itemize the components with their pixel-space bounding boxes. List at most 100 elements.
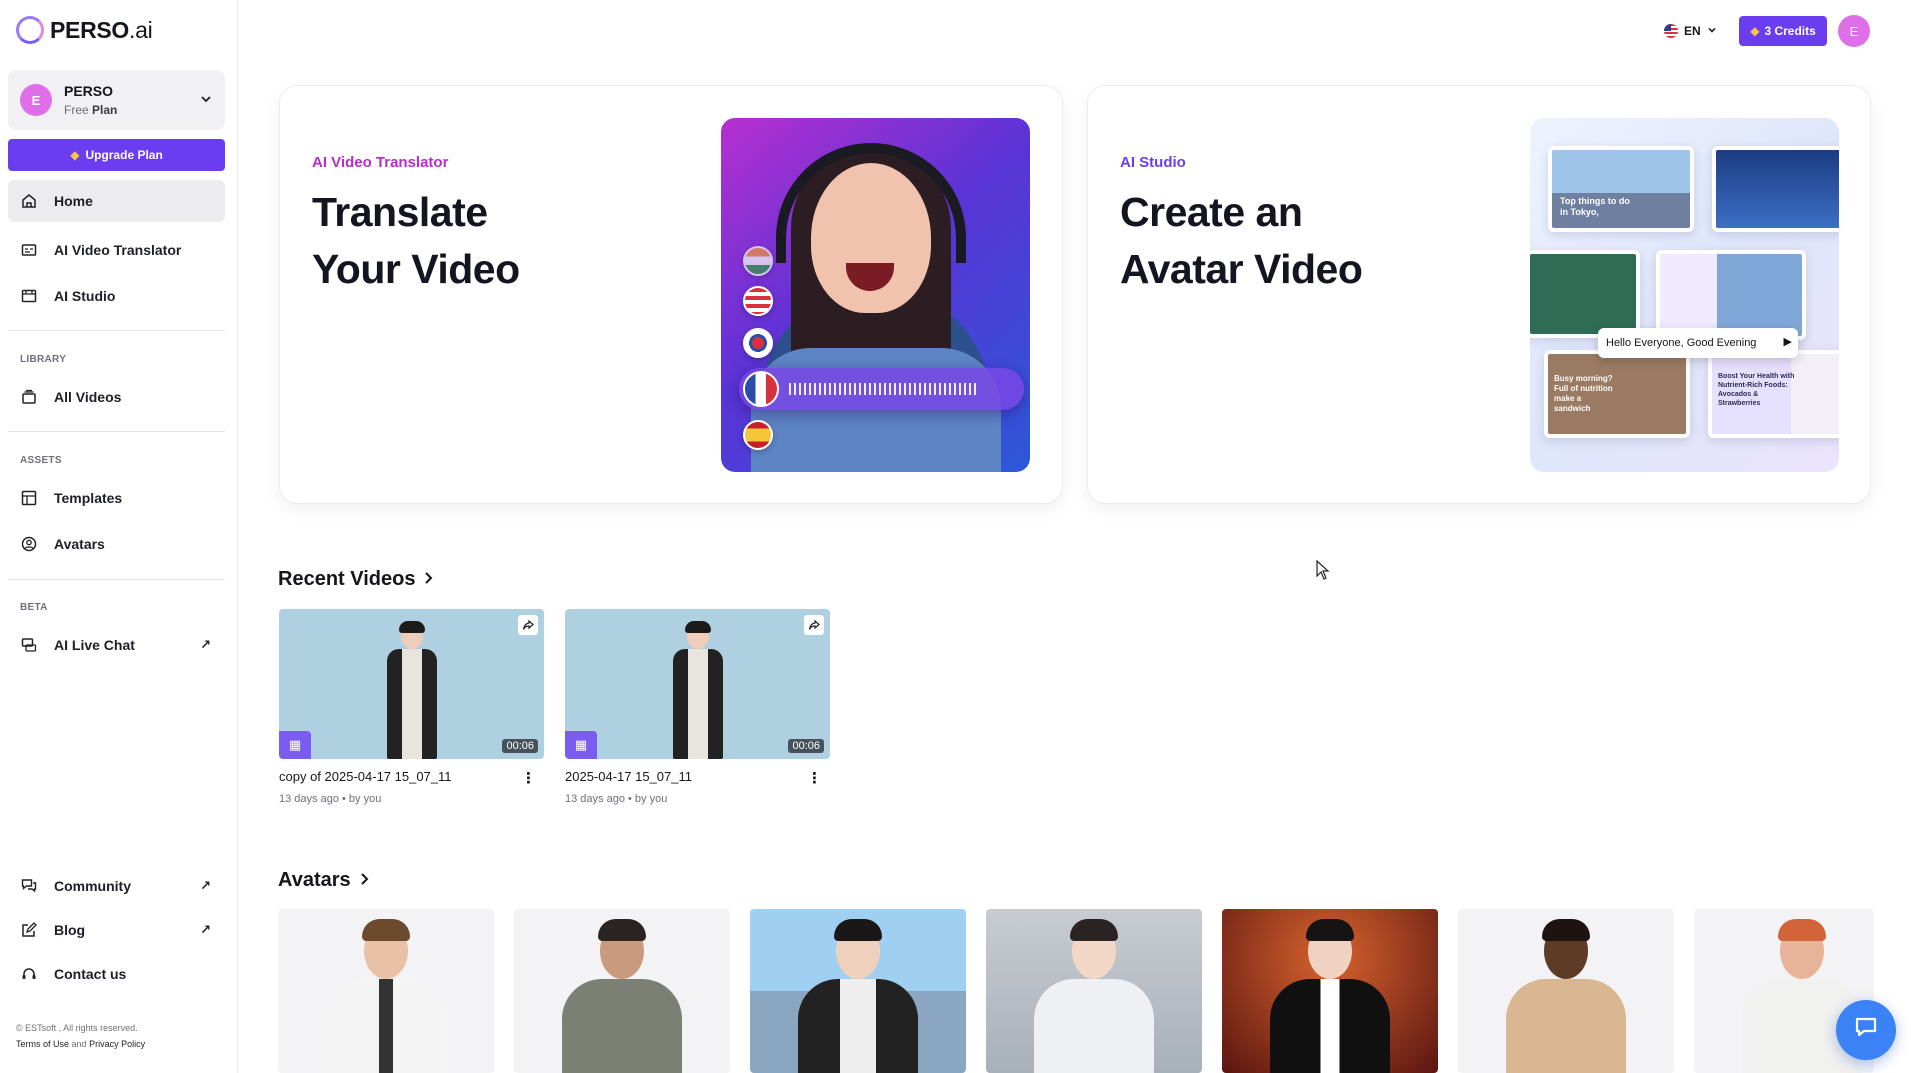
sidebar-item-label: AI Video Translator	[54, 242, 182, 258]
card-eyebrow: AI Video Translator	[312, 154, 449, 171]
sidebar-item-label: AI Studio	[54, 288, 116, 304]
avatar-card[interactable]	[1222, 909, 1438, 1073]
studio-sample-tile	[1712, 146, 1839, 232]
terms-link[interactable]: Terms of Use	[16, 1039, 69, 1049]
kebab-icon[interactable]: ⋮	[521, 769, 544, 787]
spain-flag-icon	[743, 420, 773, 450]
logo-ring-icon	[16, 16, 44, 44]
video-title[interactable]: 2025-04-17 15_07_11	[565, 769, 692, 787]
footer-note: © ESTsoft , All rights reserved. Terms o…	[16, 1020, 145, 1052]
avatar-body	[1506, 979, 1626, 1073]
video-duration: 00:06	[788, 739, 824, 753]
home-icon	[20, 192, 38, 210]
play-icon: ▶	[1779, 335, 1792, 348]
share-icon[interactable]	[804, 615, 824, 635]
avatar-body	[562, 979, 682, 1073]
external-link-icon: ↗	[200, 637, 211, 652]
chevron-right-icon	[359, 869, 371, 892]
avatar-card[interactable]	[750, 909, 966, 1073]
recent-videos-heading[interactable]: Recent Videos	[278, 568, 435, 591]
avatar-body	[1270, 979, 1390, 1073]
avatars-icon	[20, 535, 38, 553]
beta-section-label: BETA	[20, 602, 48, 613]
avatar-figure	[387, 621, 437, 759]
video-meta: 13 days ago • by you	[565, 793, 668, 805]
sidebar-divider	[8, 330, 225, 331]
assets-section-label: ASSETS	[20, 455, 62, 466]
workspace-info: PERSO Free Plan	[64, 83, 199, 117]
video-name-row: copy of 2025-04-17 15_07_11 ⋮	[279, 769, 544, 787]
gem-icon: ◆	[1750, 24, 1760, 38]
share-icon[interactable]	[518, 615, 538, 635]
video-card[interactable]: ▦ 00:06 2025-04-17 15_07_11 ⋮ 13 days ag…	[565, 609, 830, 805]
avatars-heading[interactable]: Avatars	[278, 869, 371, 892]
avatar-figure	[673, 621, 723, 759]
ai-video-translator-card[interactable]: AI Video Translator Translate Your Video	[279, 85, 1063, 504]
video-thumbnail[interactable]: ▦ 00:06	[279, 609, 544, 759]
logo[interactable]: PERSO.ai	[16, 16, 153, 44]
workspace-plan: Free Plan	[64, 103, 118, 117]
avatar-card[interactable]	[278, 909, 494, 1073]
sidebar-item-home[interactable]: Home	[8, 180, 225, 222]
sidebar-item-templates[interactable]: Templates	[8, 477, 225, 519]
workspace-name: PERSO	[64, 83, 114, 99]
video-title[interactable]: copy of 2025-04-17 15_07_11	[279, 769, 452, 787]
tile-caption: Busy morning? Full of nutrition make a s…	[1554, 374, 1613, 413]
sidebar-divider	[8, 431, 225, 432]
language-label: EN	[1684, 24, 1701, 38]
sidebar-item-community[interactable]: Community ↗	[8, 865, 225, 907]
avatar-body	[798, 979, 918, 1073]
sidebar-item-label: Community	[54, 878, 131, 894]
privacy-link[interactable]: Privacy Policy	[89, 1039, 145, 1049]
section-title: Avatars	[278, 869, 351, 891]
sidebar-item-ai-live-chat[interactable]: AI Live Chat ↗	[8, 624, 225, 666]
card-headline: Translate Your Video	[312, 189, 520, 292]
studio-sample-tile: Top things to do in Tokyo,	[1548, 146, 1694, 232]
avatar-card[interactable]	[986, 909, 1202, 1073]
kebab-icon[interactable]: ⋮	[807, 769, 830, 787]
waveform-icon	[789, 379, 979, 399]
user-avatar[interactable]: E	[1838, 15, 1870, 47]
video-duration: 00:06	[502, 739, 538, 753]
avatar-body	[326, 979, 446, 1073]
sidebar-item-contact-us[interactable]: Contact us	[8, 953, 225, 995]
credits-button[interactable]: ◆ 3 Credits	[1739, 16, 1827, 46]
avatar-hair	[1542, 919, 1590, 941]
video-thumbnail[interactable]: ▦ 00:06	[565, 609, 830, 759]
studio-sample-tile	[1656, 250, 1806, 340]
france-flag-icon	[743, 371, 779, 407]
sidebar-item-label: Avatars	[54, 536, 105, 552]
video-card[interactable]: ▦ 00:06 copy of 2025-04-17 15_07_11 ⋮ 13…	[279, 609, 544, 805]
tile-caption: Boost Your Health with Nutrient-Rich Foo…	[1718, 373, 1795, 407]
workspace-switcher[interactable]: E PERSO Free Plan	[8, 70, 225, 130]
avatar-hair	[598, 919, 646, 941]
chat-support-button[interactable]	[1836, 1000, 1896, 1060]
sidebar-item-ai-video-translator[interactable]: AI Video Translator	[8, 229, 225, 271]
upgrade-plan-button[interactable]: ◆ Upgrade Plan	[8, 139, 225, 171]
app-root: PERSO.ai E PERSO Free Plan ◆ Upgrade Pla…	[0, 0, 1911, 1073]
card-eyebrow: AI Studio	[1120, 154, 1186, 171]
sidebar-item-label: Contact us	[54, 966, 127, 982]
ai-studio-card[interactable]: AI Studio Create an Avatar Video Top thi…	[1087, 85, 1871, 504]
sidebar-item-blog[interactable]: Blog ↗	[8, 909, 225, 951]
sidebar-item-avatars[interactable]: Avatars	[8, 523, 225, 565]
chevron-down-icon	[1707, 24, 1717, 38]
audio-wave-pill	[739, 368, 1024, 410]
external-link-icon: ↗	[200, 922, 211, 937]
sidebar-divider	[8, 579, 225, 580]
card-headline: Create an Avatar Video	[1120, 189, 1363, 292]
library-section-label: LIBRARY	[20, 354, 67, 365]
templates-icon	[20, 489, 38, 507]
avatar-card[interactable]	[514, 909, 730, 1073]
avatar-hair	[1070, 919, 1118, 941]
india-flag-icon	[743, 246, 773, 276]
sidebar-item-label: Blog	[54, 922, 86, 938]
sidebar-item-ai-studio[interactable]: AI Studio	[8, 275, 225, 317]
avatar-card[interactable]	[1458, 909, 1674, 1073]
videos-icon	[20, 388, 38, 406]
contact-icon	[20, 965, 38, 983]
avatar-hair	[1306, 919, 1354, 941]
language-selector[interactable]: EN	[1664, 20, 1717, 42]
studio-badge-icon: ▦	[279, 731, 311, 759]
sidebar-item-all-videos[interactable]: All Videos	[8, 376, 225, 418]
